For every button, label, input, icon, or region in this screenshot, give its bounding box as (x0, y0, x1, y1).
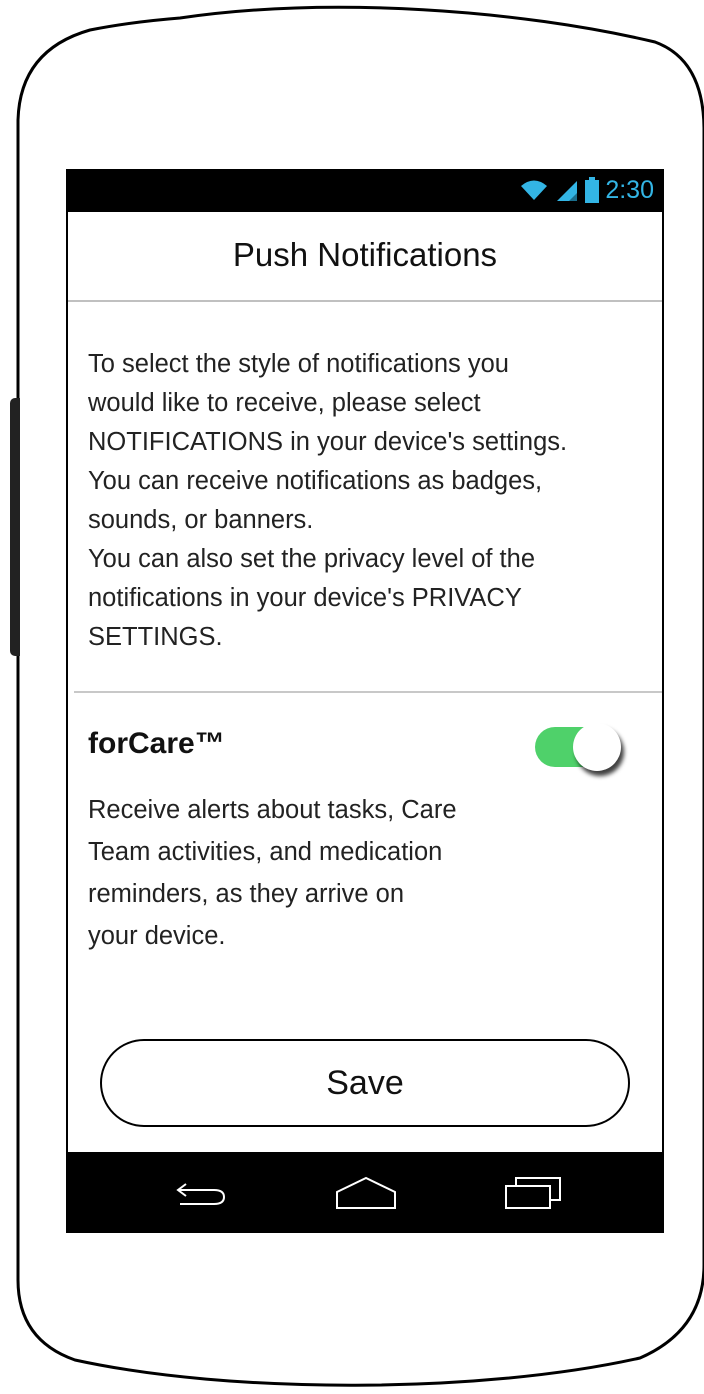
page-title: Push Notifications (232, 236, 498, 273)
section-divider (74, 691, 662, 693)
navigation-bar (68, 1152, 662, 1233)
status-time: 2:30 (605, 175, 654, 204)
forcare-title: forCare™ (88, 727, 225, 760)
home-icon[interactable] (331, 1172, 401, 1212)
back-icon[interactable] (166, 1172, 236, 1212)
status-icons: 2:30 (519, 174, 654, 206)
signal-icon (557, 181, 578, 201)
recent-apps-icon[interactable] (498, 1172, 568, 1212)
forcare-toggle[interactable] (535, 723, 627, 771)
forcare-description: Receive alerts about tasks, Care Team ac… (88, 796, 457, 950)
header: Push Notifications (68, 212, 662, 302)
side-volume-button (10, 398, 20, 656)
wifi-icon (521, 180, 548, 200)
save-button[interactable]: Save (100, 1039, 630, 1127)
toggle-knob (573, 723, 621, 771)
battery-icon (585, 177, 600, 203)
phone-screen: 2:30 Push Notifications To select the st… (66, 169, 664, 1233)
status-bar: 2:30 (68, 169, 662, 212)
instructions-text: To select the style of notifications you… (88, 350, 568, 651)
